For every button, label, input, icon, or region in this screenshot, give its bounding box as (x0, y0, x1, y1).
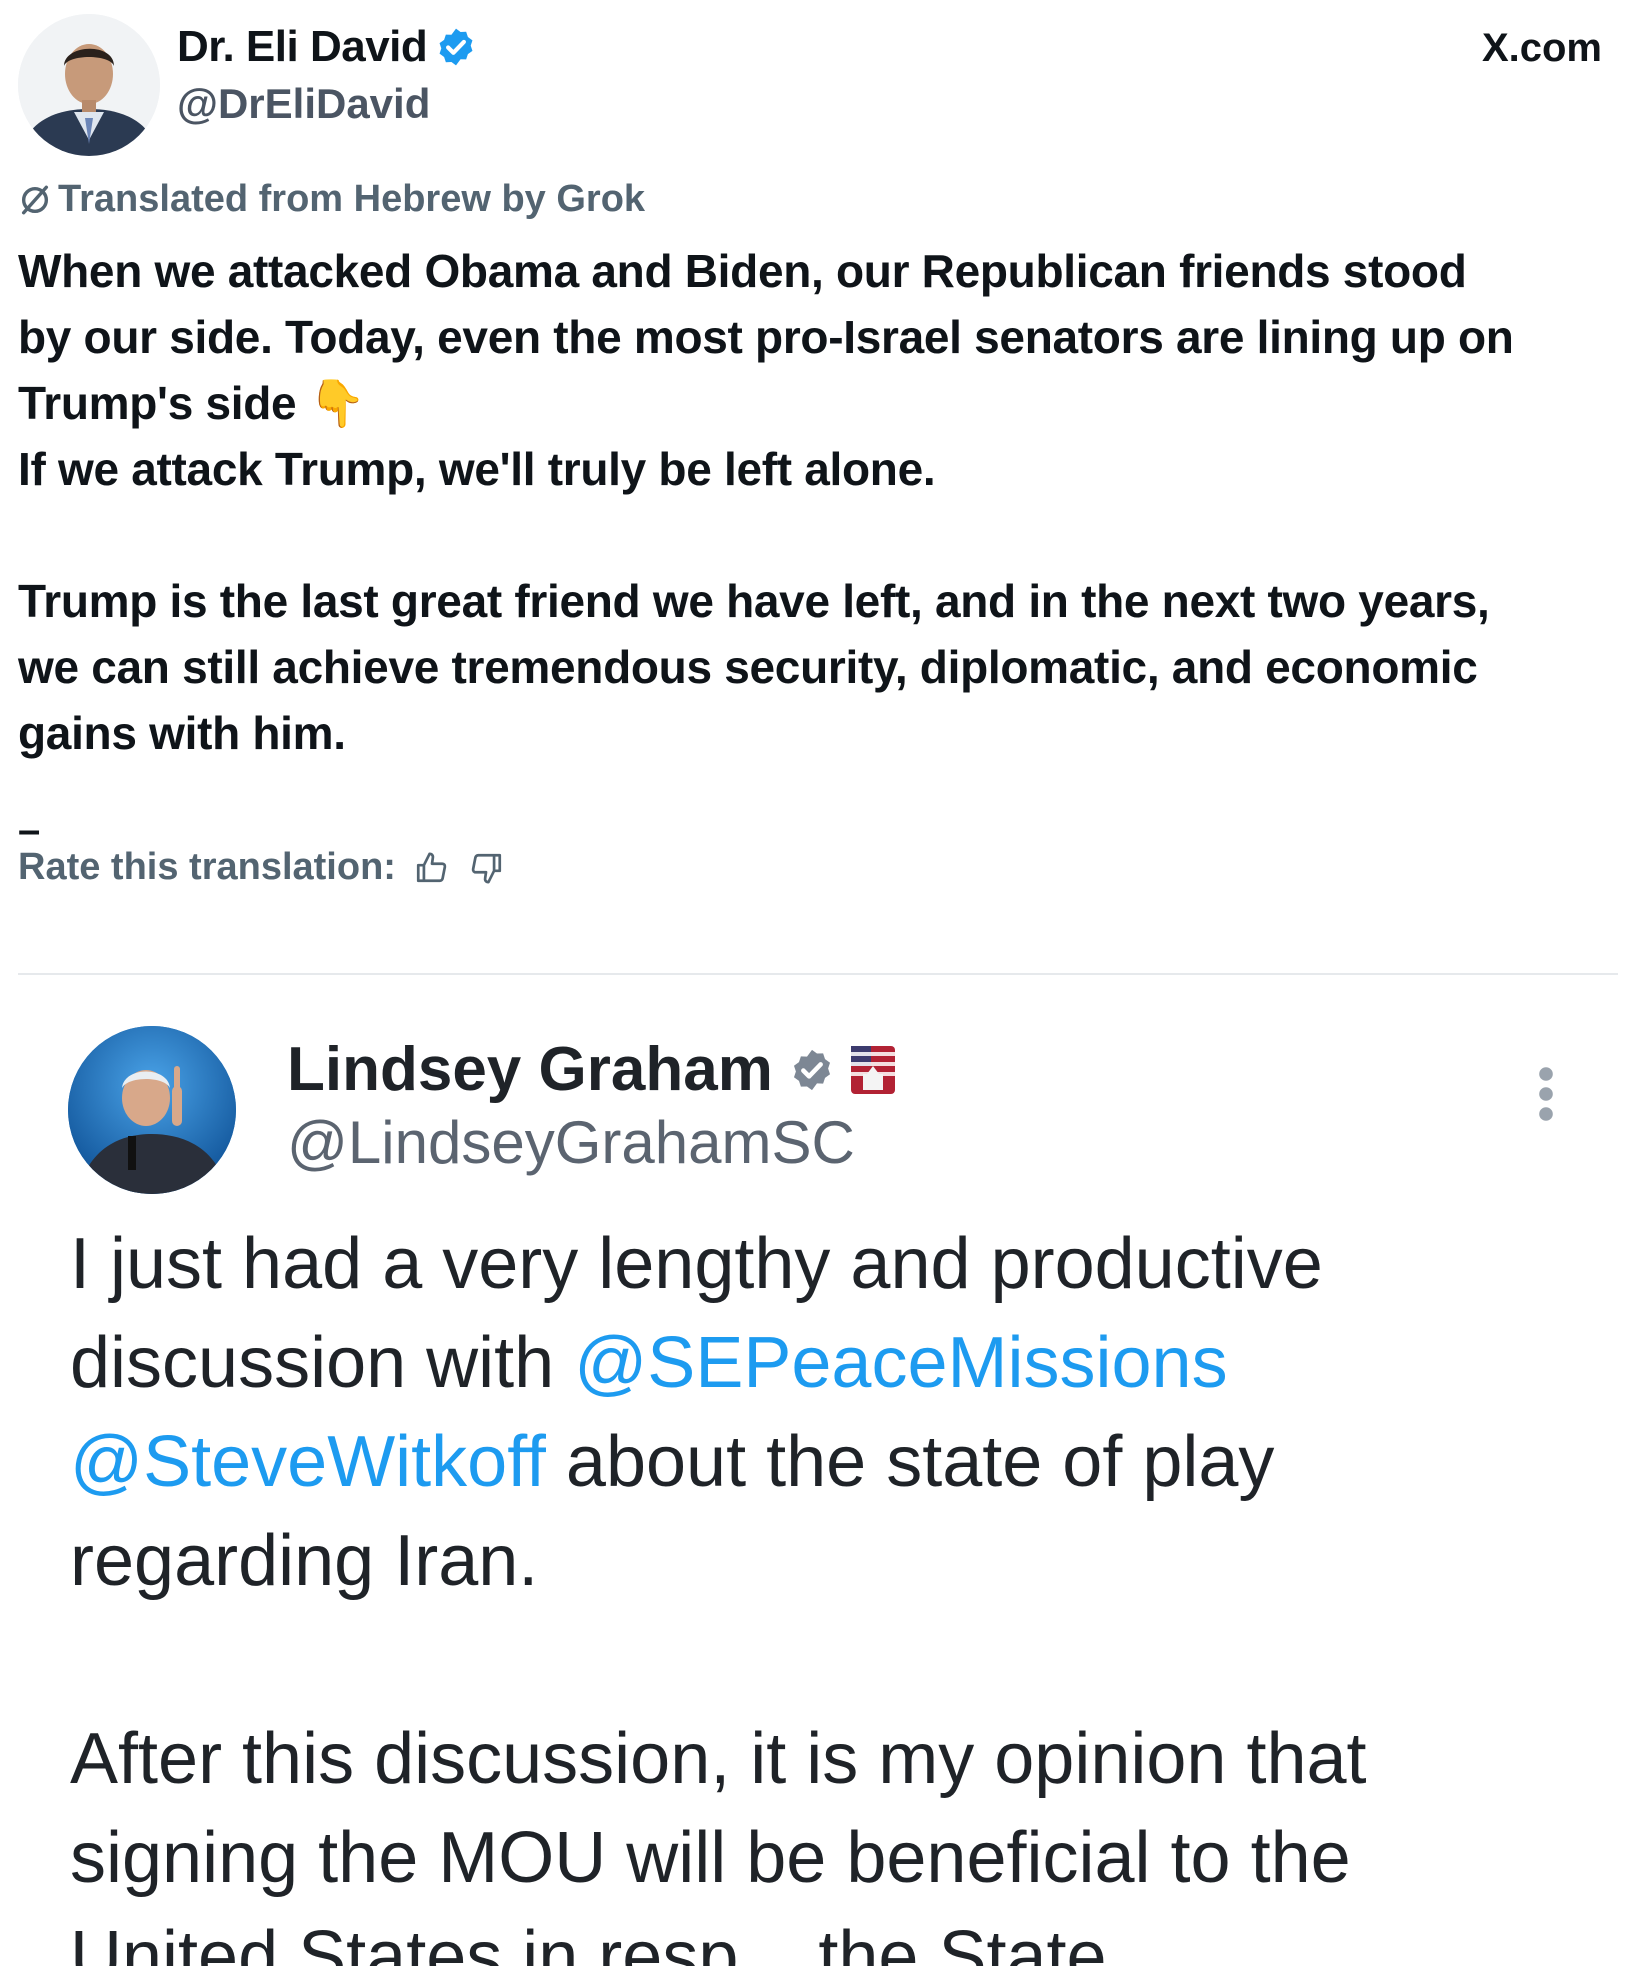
author-name[interactable]: Dr. Eli David (177, 22, 428, 72)
thumbs-down-button[interactable] (466, 847, 508, 889)
rate-label: Rate this translation: (18, 846, 396, 888)
embedded-author-handle: @LindseyGrahamSC (287, 1109, 855, 1176)
embedded-line: @SteveWitkoff about the state of play (70, 1422, 1275, 1502)
divider (18, 973, 1618, 975)
tweet-line: gains with him. (18, 707, 346, 759)
government-flag-icon (850, 1045, 895, 1094)
grok-slash-icon (21, 185, 49, 214)
mention-link: @SteveWitkoff (70, 1422, 546, 1502)
embedded-line: I just had a very lengthy and productive (70, 1224, 1323, 1304)
more-options-icon (1539, 1067, 1553, 1121)
site-label: X.com (1481, 26, 1602, 70)
tweet-line: Trump is the last great friend we have l… (18, 575, 1490, 627)
thumbs-up-icon (416, 851, 447, 882)
tweet-line: by our side. Today, even the most pro-Is… (18, 311, 1514, 363)
author-avatar[interactable] (18, 14, 160, 156)
embedded-tweet-text: I just had a very lengthy and productive… (70, 1215, 1590, 1966)
embedded-author-name-row: Lindsey Graham (287, 1034, 895, 1105)
rate-translation: Rate this translation: (18, 846, 508, 889)
embedded-line: regarding Iran. (70, 1521, 539, 1601)
author-name-row[interactable]: Dr. Eli David (177, 22, 477, 72)
translation-label: Translated from Hebrew by Grok (58, 178, 646, 220)
thumbs-up-button[interactable] (410, 847, 452, 889)
embedded-line: After this discussion, it is my opinion … (70, 1719, 1367, 1799)
embedded-line: United States in resp... the State... (70, 1917, 1167, 1966)
thumbs-down-icon (471, 853, 502, 884)
tweet-line: Trump's side 👇 (18, 377, 366, 429)
verified-badge-icon (793, 1049, 830, 1090)
verified-badge-icon (439, 28, 473, 66)
embedded-author-avatar (68, 1026, 236, 1194)
tweet-line: When we attacked Obama and Biden, our Re… (18, 245, 1467, 297)
embedded-line: signing the MOU will be beneficial to th… (70, 1818, 1351, 1898)
embedded-line: discussion with @SEPeaceMissions (70, 1323, 1228, 1403)
tweet-line: If we attack Trump, we'll truly be left … (18, 443, 936, 495)
author-handle[interactable]: @DrEliDavid (177, 80, 430, 128)
tweet-text: When we attacked Obama and Biden, our Re… (18, 238, 1628, 766)
tweet-line: we can still achieve tremendous security… (18, 641, 1478, 693)
mention-link: @SEPeaceMissions (574, 1323, 1228, 1403)
translation-notice: Translated from Hebrew by Grok (18, 178, 645, 221)
embedded-tweet-screenshot: Lindsey Graham @LindseyGrahamSC I just h… (0, 990, 1640, 1966)
embedded-author-name: Lindsey Graham (287, 1035, 773, 1104)
